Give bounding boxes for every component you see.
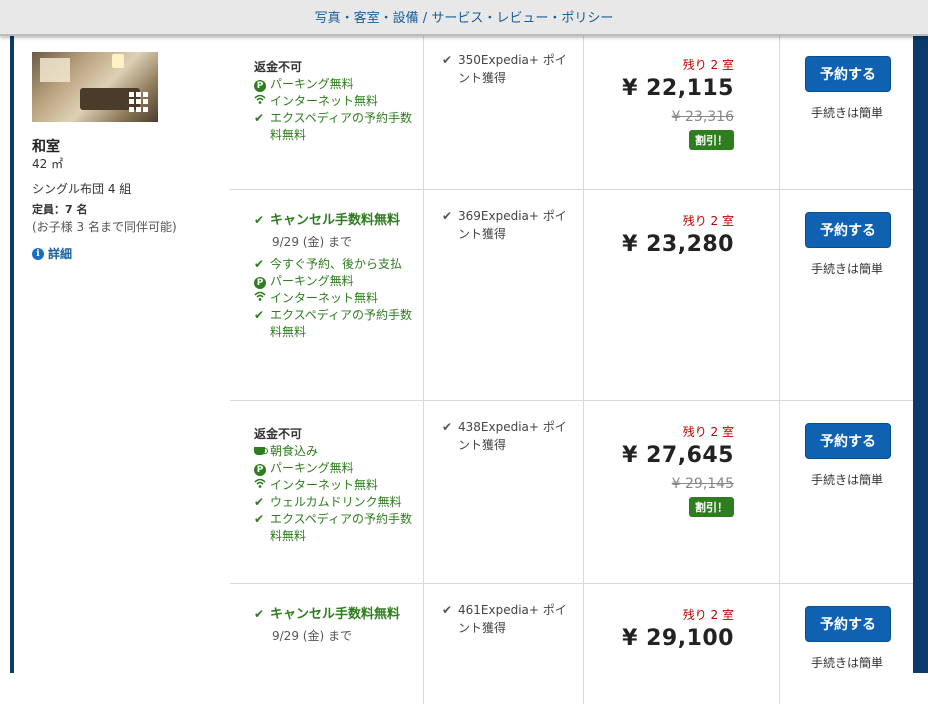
cancellation-deadline: 9/29 (金) まで bbox=[272, 629, 352, 643]
details-link[interactable]: i 詳細 bbox=[32, 245, 72, 262]
rooms-remaining: 残り 2 室 bbox=[682, 214, 734, 228]
nonrefundable-label: 返金不可 bbox=[254, 427, 303, 441]
feature-item: ✔ エクスペディアの予約手数料無料 bbox=[254, 308, 412, 339]
wifi-icon bbox=[254, 291, 266, 301]
rate-points-col: ✔ 369Expedia+ ポイント獲得 bbox=[423, 190, 584, 400]
rate-price-col: 残り 2 室 ¥ 22,115 ¥ 23,316 割引！ bbox=[583, 34, 780, 189]
free-cancellation-label: ✔ キャンセル手数料無料 bbox=[254, 607, 401, 622]
price: ¥ 23,280 bbox=[622, 232, 734, 257]
easy-booking-note: 手続きは簡単 bbox=[810, 106, 883, 120]
easy-booking-note: 手続きは簡単 bbox=[810, 473, 883, 487]
feature-item: インターネット無料 bbox=[254, 477, 417, 494]
book-button[interactable]: 予約する bbox=[805, 56, 891, 92]
original-price: ¥ 23,316 bbox=[671, 109, 734, 125]
check-icon: ✔ bbox=[254, 257, 265, 271]
room-name: 和室 bbox=[32, 139, 60, 155]
check-icon: ✔ bbox=[254, 495, 265, 509]
rooms-remaining: 残り 2 室 bbox=[682, 425, 734, 439]
price: ¥ 22,115 bbox=[622, 76, 734, 101]
rate-features-col: ✔ キャンセル手数料無料 9/29 (金) まで bbox=[230, 584, 423, 704]
free-cancellation-label: ✔ キャンセル手数料無料 bbox=[254, 213, 401, 228]
rate-features-col: 返金不可 P パーキング無料 インターネット無料 ✔ エクスペディアの予約手数料無料 bbox=[230, 34, 423, 189]
price: ¥ 27,645 bbox=[622, 443, 734, 468]
book-button[interactable]: 予約する bbox=[805, 606, 891, 642]
check-icon: ✔ bbox=[254, 607, 265, 621]
rate-book-col: 予約する 手続きは簡単 bbox=[779, 190, 914, 400]
rate-book-col: 予約する 手続きは簡単 bbox=[779, 584, 914, 704]
original-price: ¥ 29,145 bbox=[671, 476, 734, 492]
rate-features-col: 返金不可 朝食込み P パーキング無料 インターネット無料 ✔ ウェルカムドリンク無… bbox=[230, 401, 423, 583]
rooms-remaining: 残り 2 室 bbox=[682, 608, 734, 622]
easy-booking-note: 手続きは簡単 bbox=[810, 262, 883, 276]
check-icon: ✔ bbox=[254, 213, 265, 227]
check-icon: ✔ bbox=[254, 512, 265, 526]
feature-item: P パーキング無料 bbox=[254, 273, 417, 290]
room-size: 42 ㎡ bbox=[32, 157, 64, 171]
rate-plan-row: ✔ キャンセル手数料無料 9/29 (金) まで ✔ 今すぐ予約、後から支払 P パー… bbox=[230, 190, 913, 401]
rate-book-col: 予約する 手続きは簡単 bbox=[779, 34, 914, 189]
discount-badge: 割引！ bbox=[689, 130, 734, 150]
feature-item: P パーキング無料 bbox=[254, 460, 417, 477]
rate-price-col: 残り 2 室 ¥ 29,100 bbox=[583, 584, 780, 704]
check-icon: ✔ bbox=[442, 209, 453, 223]
rate-points-col: ✔ 350Expedia+ ポイント獲得 bbox=[423, 34, 584, 189]
photo-window bbox=[40, 58, 70, 82]
feature-item: ✔ エクスペディアの予約手数料無料 bbox=[254, 512, 412, 543]
points-text: 369Expedia+ ポイント獲得 bbox=[458, 209, 567, 241]
wifi-icon bbox=[254, 94, 266, 104]
rate-plan-row: 返金不可 P パーキング無料 インターネット無料 ✔ エクスペディアの予約手数料無料… bbox=[230, 34, 913, 190]
check-icon: ✔ bbox=[442, 603, 453, 617]
parking-icon: P bbox=[254, 464, 266, 476]
check-icon: ✔ bbox=[442, 53, 453, 67]
rooms-remaining: 残り 2 室 bbox=[682, 58, 734, 72]
easy-booking-note: 手続きは簡単 bbox=[810, 656, 883, 670]
points-text: 350Expedia+ ポイント獲得 bbox=[458, 53, 567, 85]
room-bed-type: シングル布団 4 組 bbox=[32, 182, 132, 196]
rate-features-col: ✔ キャンセル手数料無料 9/29 (金) まで ✔ 今すぐ予約、後から支払 P パー… bbox=[230, 190, 423, 400]
nonrefundable-label: 返金不可 bbox=[254, 60, 303, 74]
feature-item: P パーキング無料 bbox=[254, 76, 417, 93]
cancellation-deadline: 9/29 (金) まで bbox=[272, 235, 352, 249]
gallery-icon[interactable] bbox=[129, 92, 149, 112]
feature-item: 朝食込み bbox=[254, 443, 417, 460]
rate-price-col: 残り 2 室 ¥ 23,280 bbox=[583, 190, 780, 400]
check-icon: ✔ bbox=[442, 420, 453, 434]
section-nav-links[interactable]: 写真・客室・設備 / サービス・レビュー・ポリシー bbox=[0, 7, 928, 26]
feature-item: ✔ エクスペディアの予約手数料無料 bbox=[254, 111, 412, 142]
wifi-icon bbox=[254, 478, 266, 488]
feature-item: インターネット無料 bbox=[254, 93, 417, 110]
parking-icon: P bbox=[254, 80, 266, 92]
room-photo[interactable] bbox=[32, 52, 158, 122]
breakfast-icon bbox=[254, 447, 268, 455]
discount-badge: 割引！ bbox=[689, 497, 734, 517]
details-label: 詳細 bbox=[48, 247, 73, 261]
rate-points-col: ✔ 438Expedia+ ポイント獲得 bbox=[423, 401, 584, 583]
book-button[interactable]: 予約する bbox=[805, 423, 891, 459]
room-info-panel: 和室 42 ㎡ シングル布団 4 組 定員：7 名 (お子様 3 名まで同伴可能… bbox=[14, 34, 231, 673]
rate-plan-row: ✔ キャンセル手数料無料 9/29 (金) まで ✔ 461Expedia+ ポイン… bbox=[230, 584, 913, 704]
rate-book-col: 予約する 手続きは簡単 bbox=[779, 401, 914, 583]
room-capacity: 定員：7 名 bbox=[32, 203, 88, 216]
parking-icon: P bbox=[254, 277, 266, 289]
frame-border-right bbox=[913, 34, 928, 673]
feature-item: ✔ 今すぐ予約、後から支払 bbox=[254, 257, 403, 271]
info-icon: i bbox=[32, 247, 44, 260]
feature-item: インターネット無料 bbox=[254, 290, 417, 307]
rate-price-col: 残り 2 室 ¥ 27,645 ¥ 29,145 割引！ bbox=[583, 401, 780, 583]
points-text: 461Expedia+ ポイント獲得 bbox=[458, 603, 567, 635]
rate-plans: 返金不可 P パーキング無料 インターネット無料 ✔ エクスペディアの予約手数料無料… bbox=[230, 34, 913, 704]
book-button[interactable]: 予約する bbox=[805, 212, 891, 248]
check-icon: ✔ bbox=[254, 308, 265, 322]
rate-points-col: ✔ 461Expedia+ ポイント獲得 bbox=[423, 584, 584, 704]
photo-lamp bbox=[112, 54, 124, 68]
top-nav-bar: 写真・客室・設備 / サービス・レビュー・ポリシー bbox=[0, 0, 928, 36]
price: ¥ 29,100 bbox=[622, 626, 734, 651]
rate-plan-row: 返金不可 朝食込み P パーキング無料 インターネット無料 ✔ ウェルカムドリンク無… bbox=[230, 401, 913, 584]
points-text: 438Expedia+ ポイント獲得 bbox=[458, 420, 567, 452]
feature-item: ✔ ウェルカムドリンク無料 bbox=[254, 495, 402, 509]
check-icon: ✔ bbox=[254, 111, 265, 125]
room-children-note: (お子様 3 名まで同伴可能) bbox=[32, 220, 177, 234]
